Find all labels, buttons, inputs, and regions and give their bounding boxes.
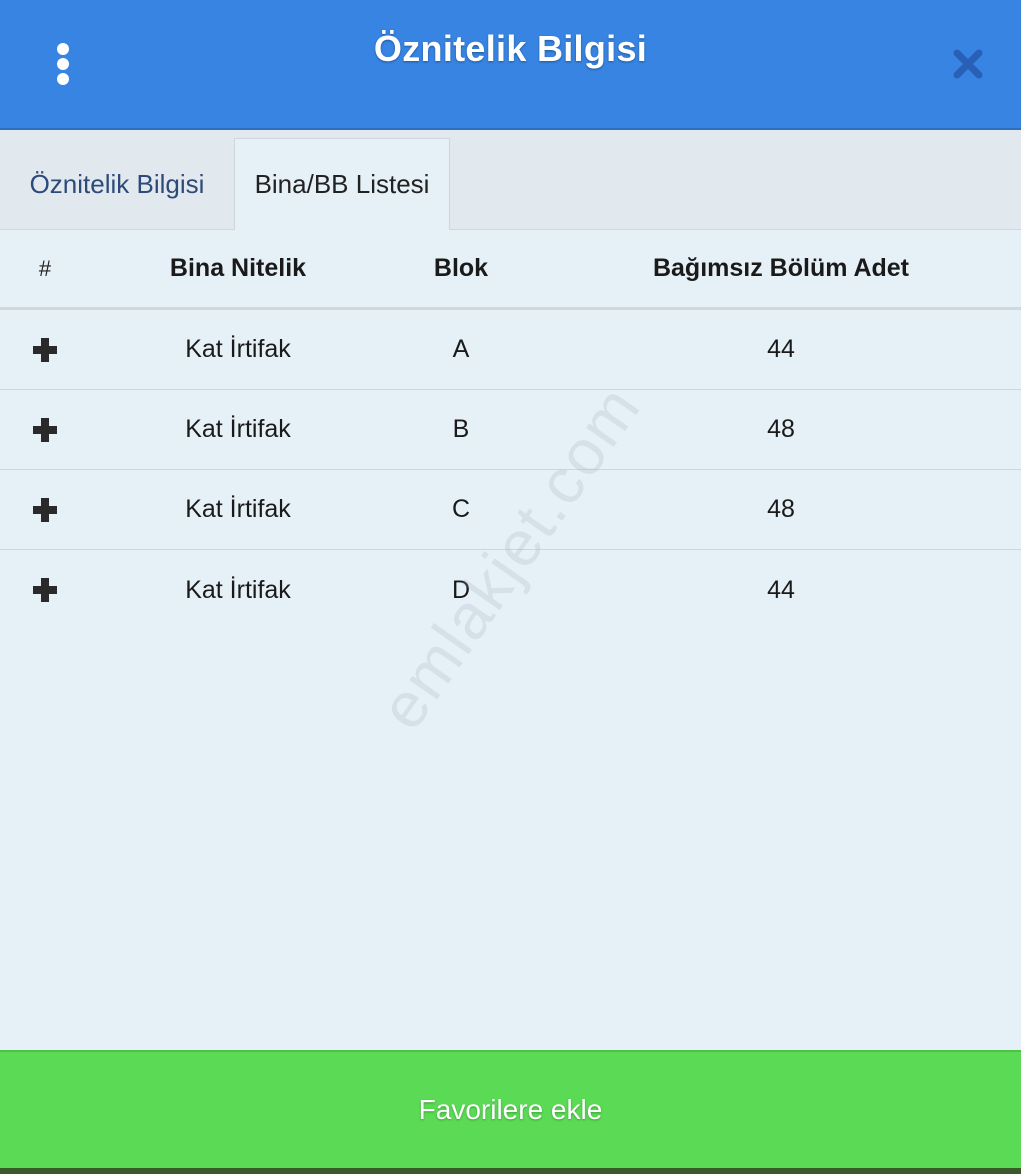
table-header-row: # Bina Nitelik Blok Bağımsız Bölüm Adet <box>0 230 1021 310</box>
plus-icon[interactable] <box>33 578 57 602</box>
cell-blok: B <box>452 415 470 443</box>
tab-bar: Öznitelik Bilgisi Bina/BB Listesi <box>0 130 1021 230</box>
tab-oznitelik-bilgisi[interactable]: Öznitelik Bilgisi <box>0 138 234 230</box>
table-row: Kat İrtifak B 48 <box>0 390 1021 470</box>
table-row: Kat İrtifak D 44 <box>0 550 1021 630</box>
plus-icon[interactable] <box>33 417 57 442</box>
bina-table: # Bina Nitelik Blok Bağımsız Bölüm Adet … <box>0 230 1021 630</box>
cell-bina-nitelik: Kat İrtifak <box>185 495 291 523</box>
table-row: Kat İrtifak A 44 <box>0 310 1021 390</box>
dialog-title: Öznitelik Bilgisi <box>373 28 648 69</box>
cell-blok: A <box>452 335 470 363</box>
cell-blok: C <box>451 495 471 523</box>
table-row: Kat İrtifak C 48 <box>0 470 1021 550</box>
cell-bagimsiz-bolum-adet: 44 <box>767 335 795 363</box>
cell-blok: D <box>451 575 471 604</box>
cell-bina-nitelik: Kat İrtifak <box>185 575 291 604</box>
plus-icon[interactable] <box>33 337 57 362</box>
background-map-strip <box>0 1168 1021 1174</box>
column-header-index: # <box>38 255 52 281</box>
cell-bina-nitelik: Kat İrtifak <box>185 415 291 443</box>
tab-bina-bb-listesi[interactable]: Bina/BB Listesi <box>234 138 450 230</box>
cell-bagimsiz-bolum-adet: 44 <box>767 575 795 604</box>
cell-bagimsiz-bolum-adet: 48 <box>767 415 795 443</box>
cell-bina-nitelik: Kat İrtifak <box>185 335 291 363</box>
close-icon[interactable] <box>950 46 986 82</box>
column-header-bagimsiz-bolum-adet: Bağımsız Bölüm Adet <box>652 254 910 282</box>
column-header-blok: Blok <box>433 254 489 282</box>
plus-icon[interactable] <box>33 497 57 522</box>
dialog-header: Öznitelik Bilgisi <box>0 0 1021 130</box>
add-to-favorites-button[interactable]: Favorilere ekle <box>0 1050 1021 1168</box>
cell-bagimsiz-bolum-adet: 48 <box>767 495 795 523</box>
column-header-bina-nitelik: Bina Nitelik <box>169 254 307 282</box>
